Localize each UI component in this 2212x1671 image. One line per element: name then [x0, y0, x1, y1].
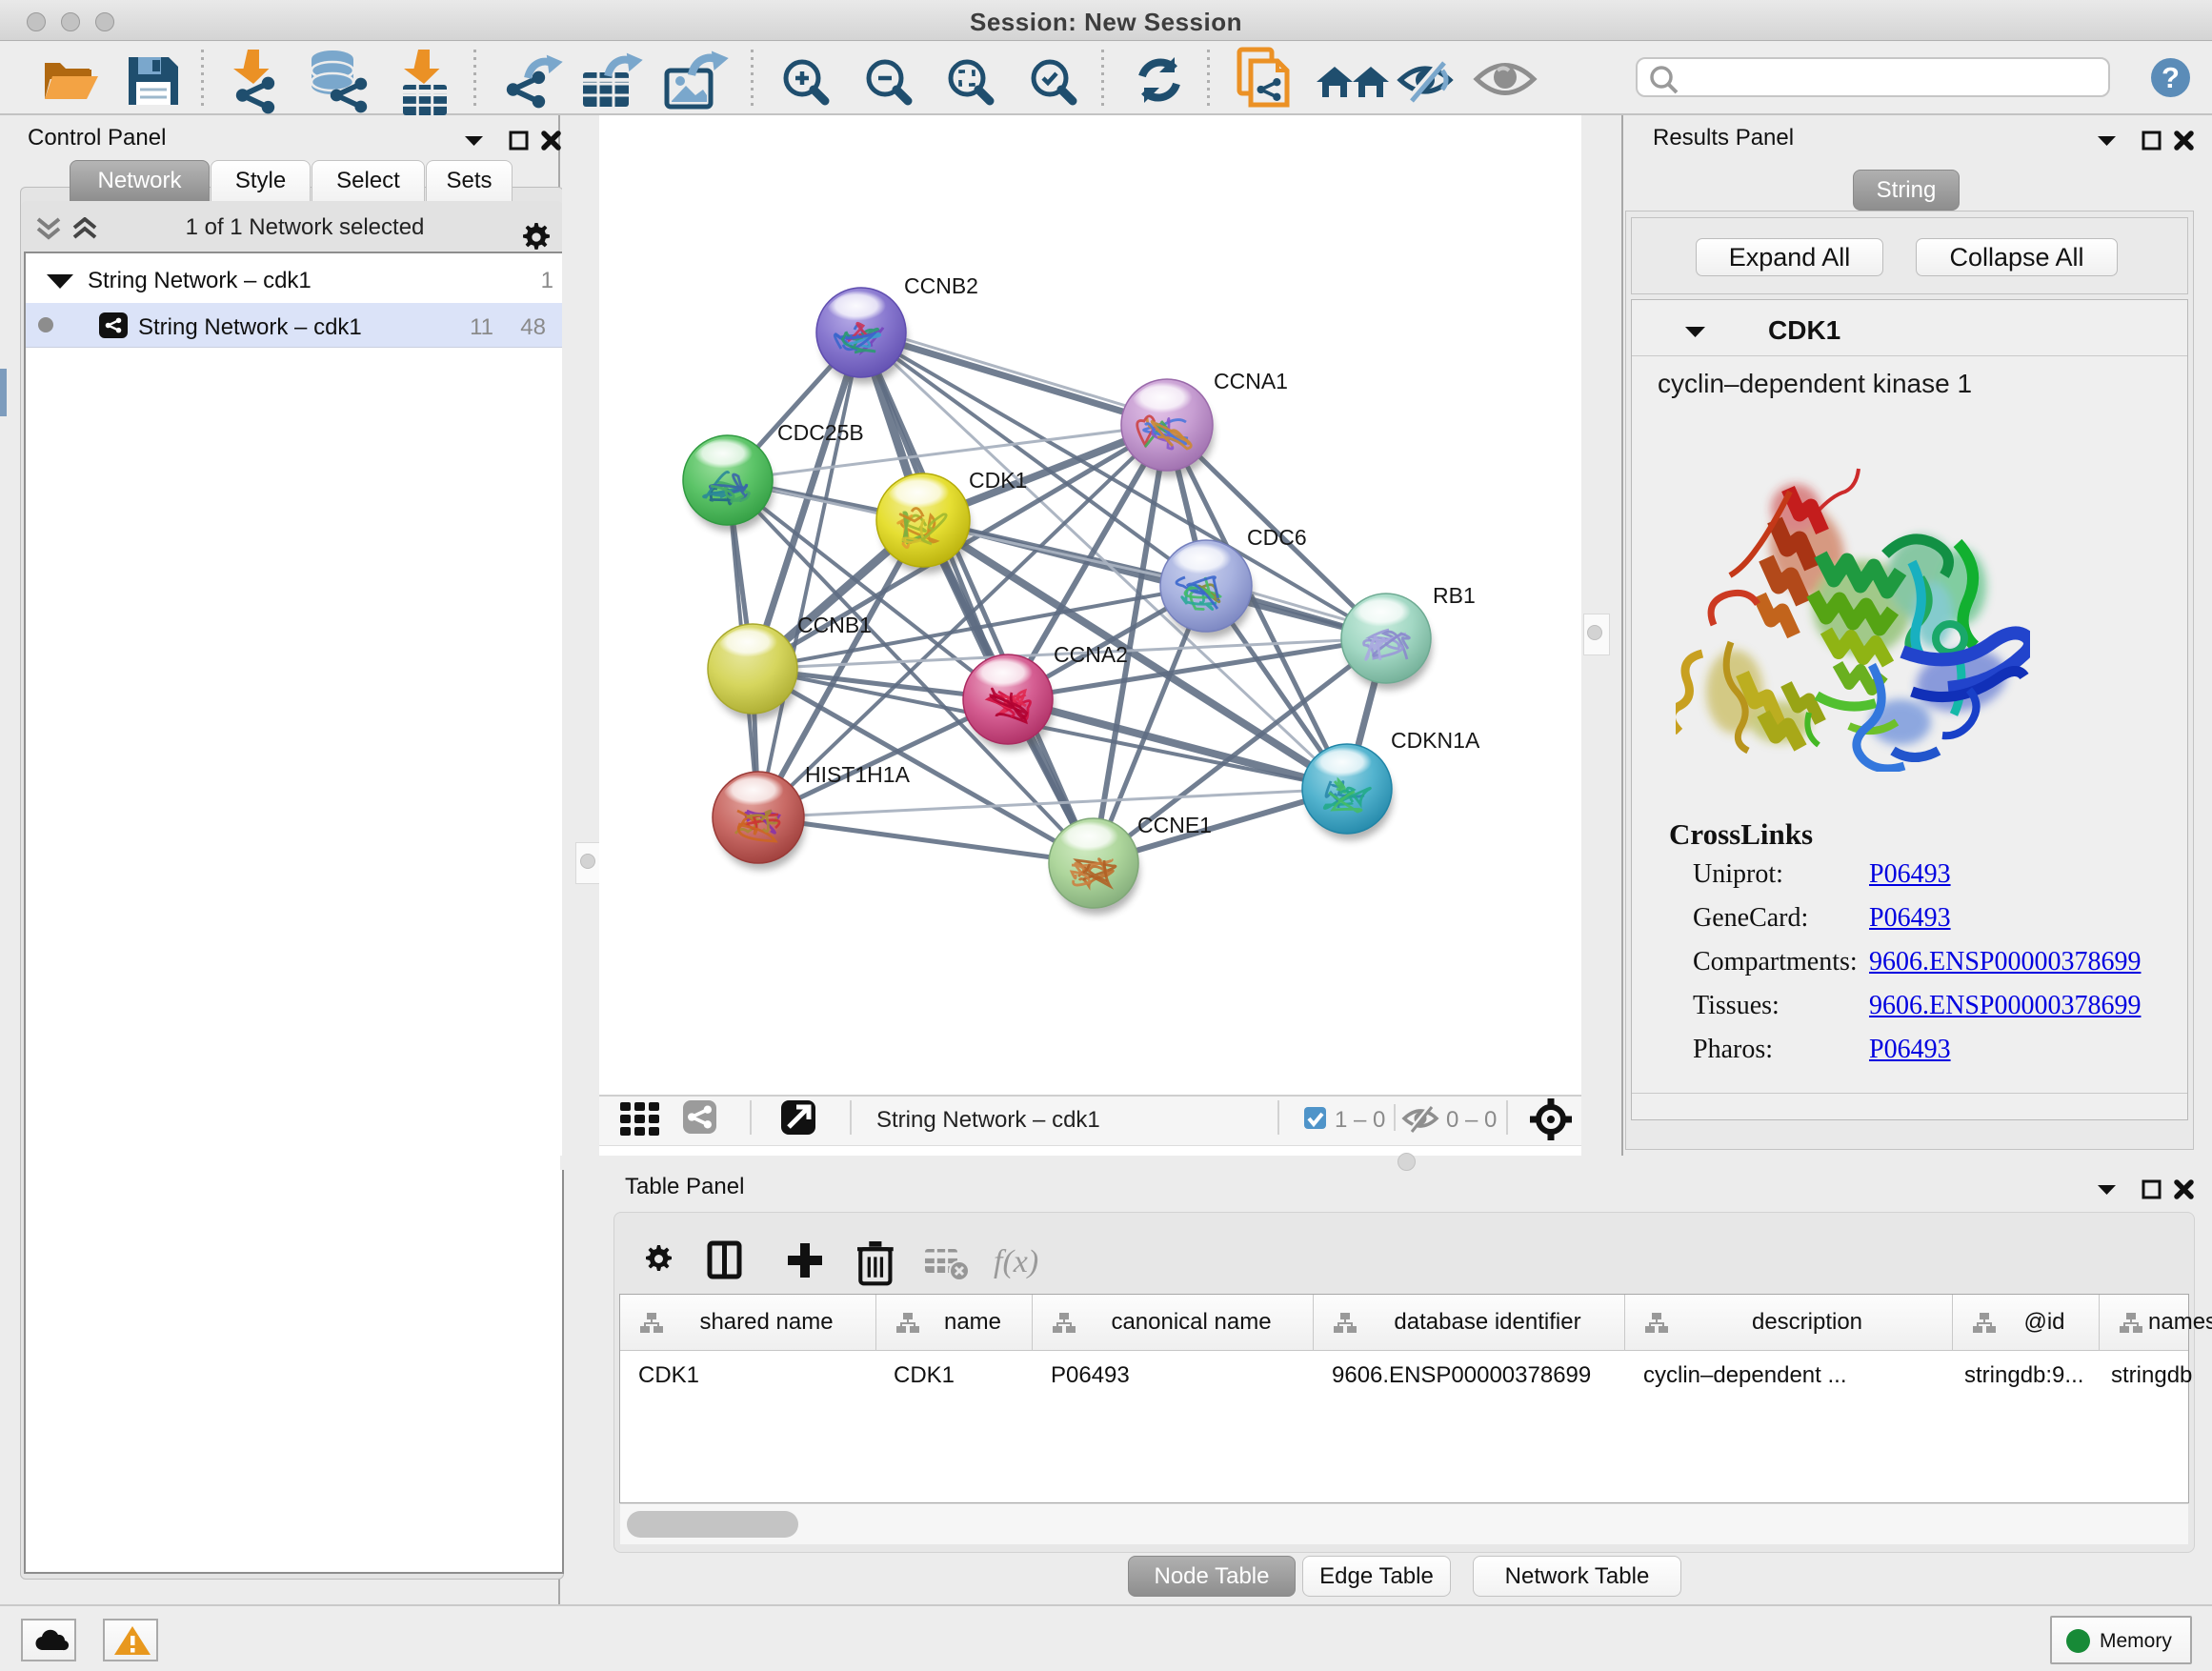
- svg-text:CCNB1: CCNB1: [797, 613, 872, 637]
- svg-text:1 – 0: 1 – 0: [1335, 1107, 1385, 1133]
- svg-text:String Network – cdk1: String Network – cdk1: [876, 1107, 1100, 1133]
- svg-text:RB1: RB1: [1433, 583, 1476, 608]
- svg-text:CDKN1A: CDKN1A: [1391, 728, 1480, 753]
- svg-text:f(x): f(x): [994, 1244, 1038, 1279]
- svg-text:CCNB2: CCNB2: [904, 273, 978, 298]
- svg-text:CCNA1: CCNA1: [1214, 369, 1288, 393]
- svg-text:CDC25B: CDC25B: [777, 420, 864, 445]
- svg-text:CCNE1: CCNE1: [1137, 813, 1212, 837]
- svg-text:CDC6: CDC6: [1247, 525, 1307, 550]
- svg-text:CCNA2: CCNA2: [1054, 642, 1128, 667]
- svg-text:HIST1H1A: HIST1H1A: [805, 762, 911, 787]
- svg-text:CDK1: CDK1: [969, 468, 1027, 493]
- svg-text:0 – 0: 0 – 0: [1446, 1107, 1497, 1133]
